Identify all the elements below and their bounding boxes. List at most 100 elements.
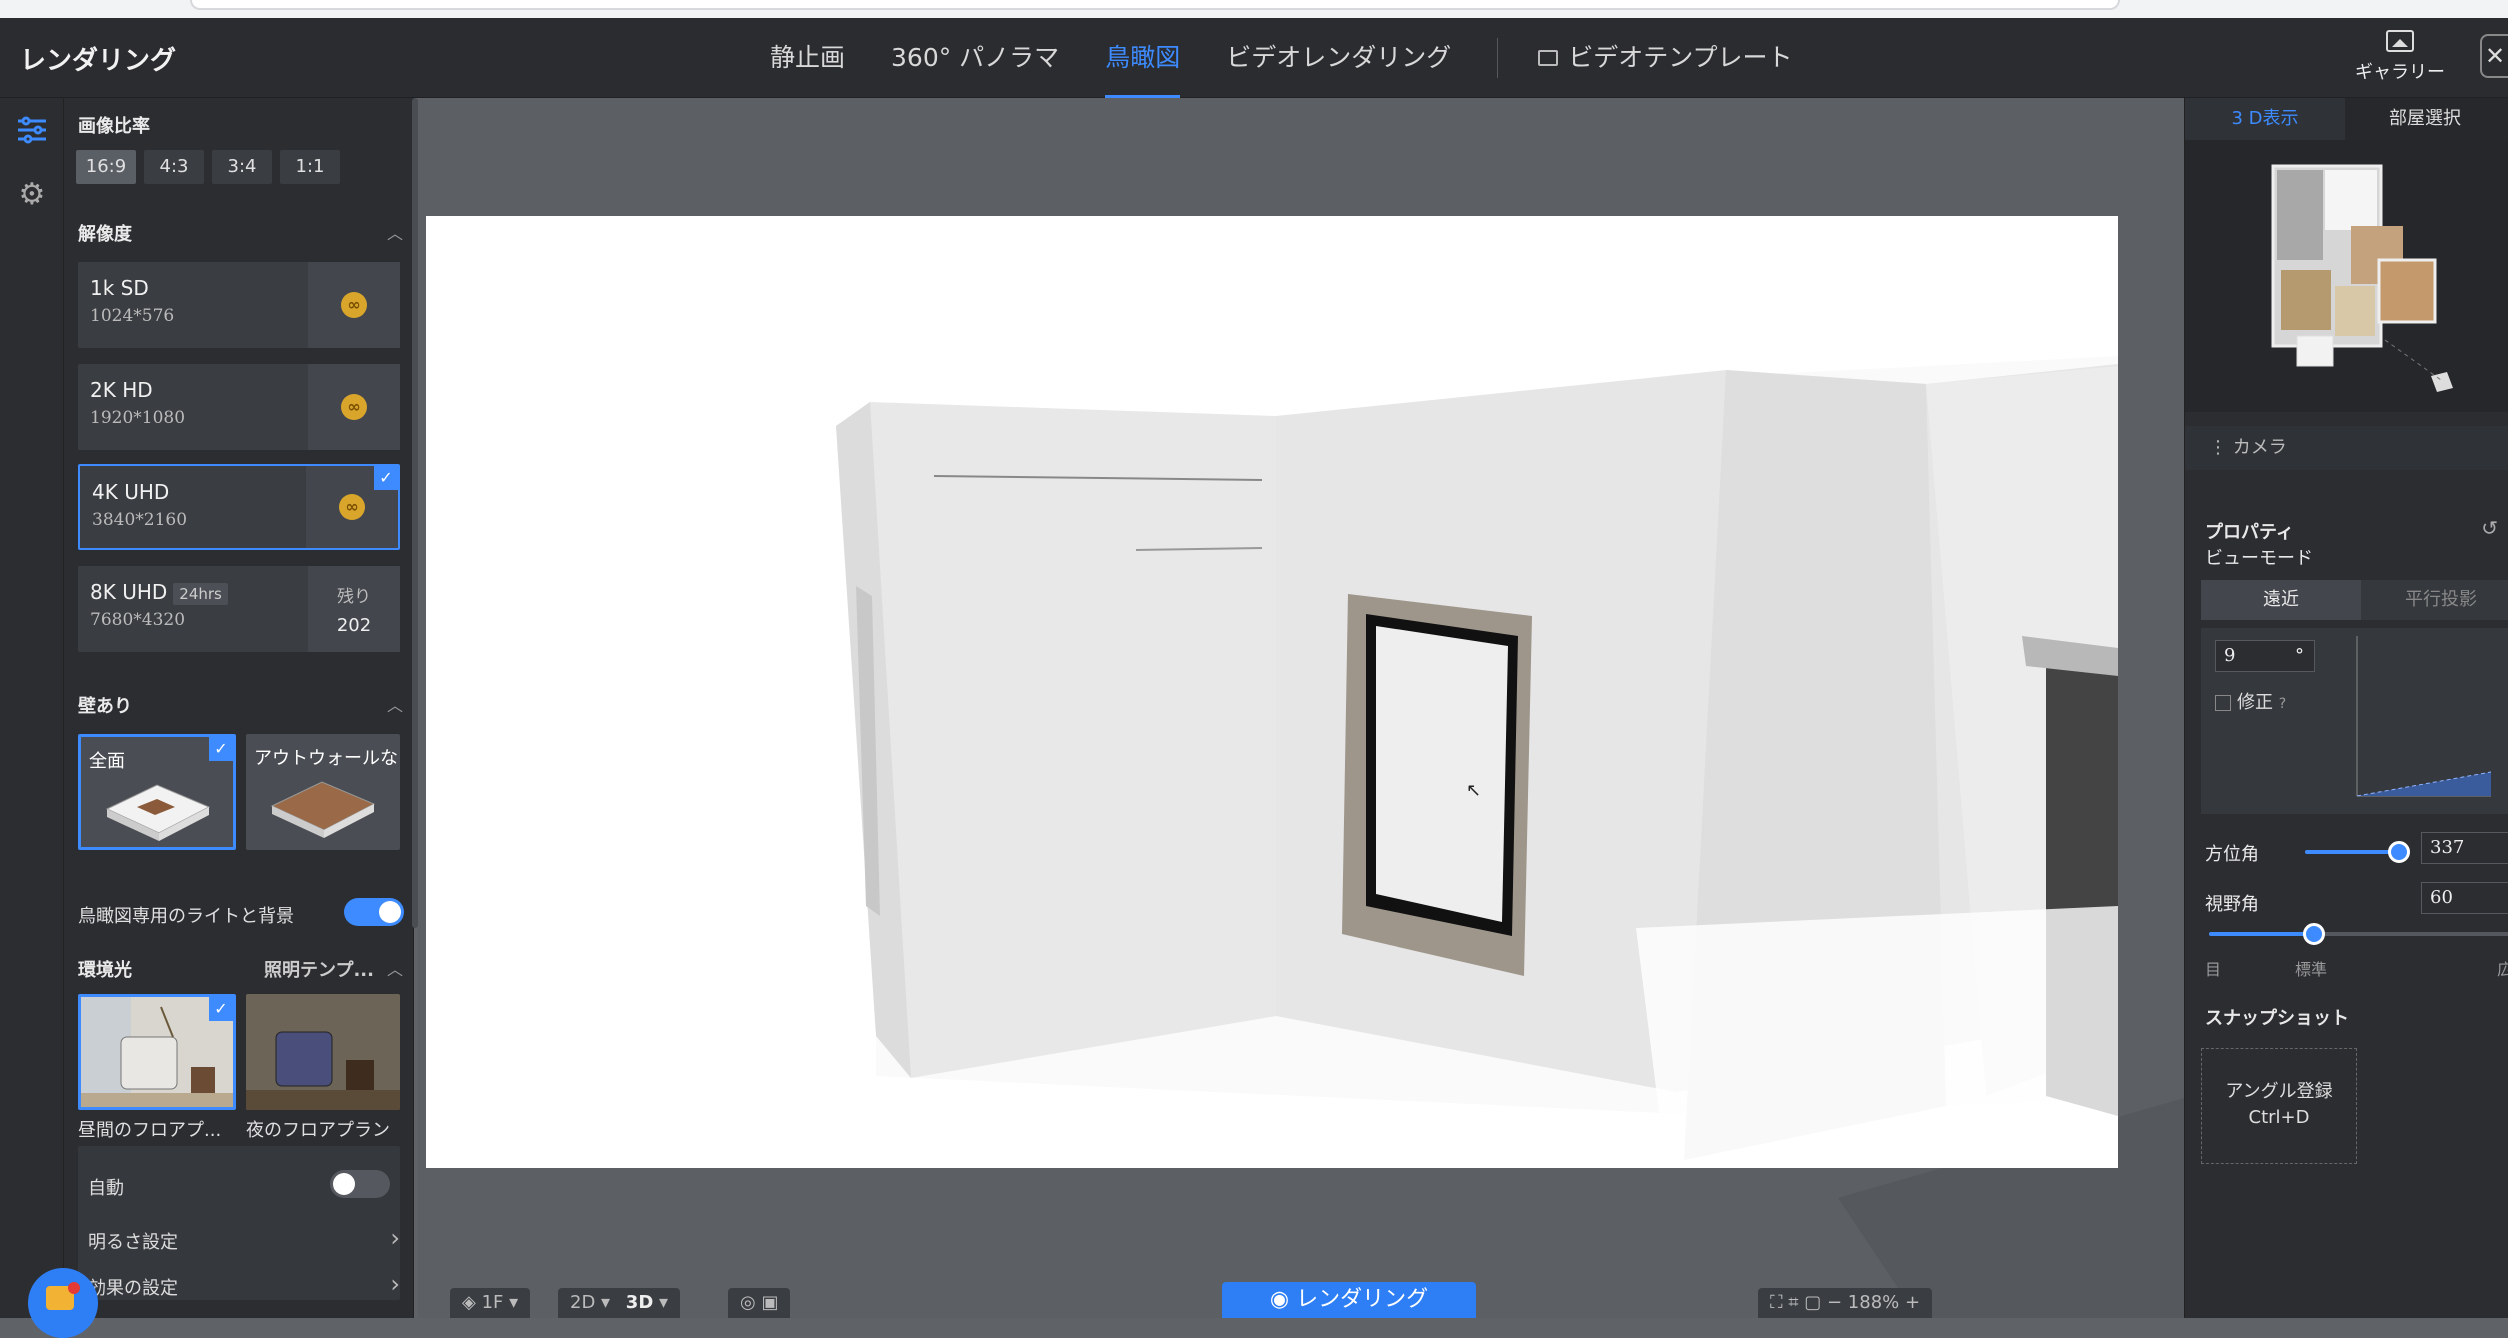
floorplan-minimap[interactable] — [2185, 140, 2508, 412]
tab-video[interactable]: ビデオレンダリング — [1226, 18, 1451, 98]
view-tabs: 3 D表示 部屋選択 — [2185, 98, 2508, 140]
azimuth-slider[interactable] — [2305, 841, 2410, 863]
gear-icon[interactable]: ⚙ — [0, 162, 64, 226]
fov-mark-standard: 標準 — [2295, 960, 2328, 979]
resolution-4k[interactable]: 4K UHD 3840*2160 ∞ ✓ — [78, 464, 400, 550]
brightness-label: 明るさ設定 — [88, 1232, 178, 1253]
aspect-4-3[interactable]: 4:3 — [144, 150, 204, 184]
fov-mark-eye: 目 — [2205, 960, 2222, 979]
resolution-8k[interactable]: 8K UHD 24hrs 7680*4320 残り 202 — [78, 566, 400, 652]
correct-row[interactable]: 修正 ? — [2215, 688, 2286, 714]
cursor-icon: ↖ — [1466, 780, 1481, 801]
gallery-button[interactable]: ギャラリー — [2355, 30, 2445, 84]
reset-icon[interactable]: ↺ — [2481, 516, 2498, 540]
image-icon — [2386, 30, 2414, 52]
camera-title: カメラ — [2232, 437, 2287, 458]
walls-title: 壁あり — [78, 696, 132, 717]
register-angle-label: アングル登録 — [2225, 1081, 2333, 1102]
tilt-input[interactable]: 9 ° — [2215, 640, 2315, 672]
render-viewport[interactable]: ↖ ◈ 1F ▾ 2D ▾ 3D ▾ ◎ ▣ ◉ レンダリング ⛶ ⌗ ▢ − … — [418, 98, 2184, 1318]
chat-button[interactable] — [28, 1268, 98, 1338]
camera-panel: 3 D表示 部屋選択 ⋮ カメラ プロパティ ↺ ビューモード 遠近 平行投影 … — [2184, 98, 2508, 1318]
birdseye-light-toggle[interactable] — [344, 898, 404, 926]
fov-input[interactable]: 60 — [2421, 882, 2508, 914]
tab-room-select[interactable]: 部屋選択 — [2345, 98, 2505, 140]
app-title: レンダリング — [20, 46, 177, 76]
zoom-tools[interactable]: ⛶ ⌗ ▢ − 188% + — [1758, 1288, 1933, 1318]
register-angle-button[interactable]: アングル登録 Ctrl+D — [2201, 1048, 2357, 1164]
address-bar[interactable] — [190, 0, 2120, 10]
zoom-unit: % — [1882, 1292, 1900, 1313]
azimuth-fill — [2305, 850, 2399, 854]
env-title: 環境光 — [78, 960, 132, 981]
perspective-settings: 9 ° 修正 ? — [2201, 628, 2508, 814]
render-label: レンダリング — [1296, 1287, 1429, 1312]
tab-birdseye[interactable]: 鳥瞰図 — [1105, 18, 1181, 98]
render-preview[interactable]: ↖ — [426, 216, 2118, 1168]
zoom-value[interactable]: 188 — [1848, 1292, 1882, 1313]
aspect-1-1[interactable]: 1:1 — [280, 150, 340, 184]
sliders-icon[interactable] — [0, 98, 64, 162]
floorplan-iso-icon — [105, 784, 211, 841]
browser-chrome — [0, 0, 2508, 18]
coin-icon: ∞ — [341, 394, 367, 420]
toggle-knob — [333, 1173, 355, 1195]
zoom-in-icon[interactable]: + — [1905, 1292, 1920, 1313]
tab-video-template[interactable]: ビデオテンプレート — [1538, 18, 1792, 98]
collapse-icon[interactable]: ︿ — [387, 692, 403, 716]
aspect-16-9[interactable]: 16:9 — [76, 150, 136, 184]
collapse-icon[interactable]: ︿ — [387, 220, 403, 244]
time-badge: 24hrs — [173, 583, 228, 605]
env-template-link[interactable]: 照明テンプ... — [264, 956, 374, 982]
walls-option-full[interactable]: 全面 ✓ — [78, 734, 236, 850]
tab-divider — [1497, 38, 1499, 78]
toggle-knob — [379, 901, 401, 923]
resolution-2k[interactable]: 2K HD 1920*1080 ∞ — [78, 364, 400, 450]
view-mode-parallel[interactable]: 平行投影 — [2361, 580, 2508, 620]
azimuth-handle[interactable] — [2388, 841, 2410, 863]
resolution-size: 1920*1080 — [90, 408, 186, 428]
correct-checkbox[interactable] — [2215, 695, 2231, 711]
walls-option-outer[interactable]: アウトウォールな — [246, 734, 400, 850]
close-button[interactable]: ✕ — [2480, 34, 2508, 78]
correct-label: 修正 — [2237, 692, 2273, 713]
check-icon: ✓ — [374, 466, 398, 490]
mode-tabs: 静止画 360° パノラマ 鳥瞰図 ビデオレンダリング ビデオテンプレート — [770, 18, 1838, 98]
floor-selector[interactable]: ◈ 1F ▾ — [450, 1288, 531, 1318]
auto-toggle[interactable] — [330, 1170, 390, 1198]
walls-option-label: 全面 — [89, 751, 125, 772]
camera-header: ⋮ カメラ — [2185, 426, 2508, 470]
env-option-day[interactable]: ✓ — [78, 994, 236, 1110]
resolution-title: 解像度 — [78, 224, 132, 245]
env-option-label: 昼間のフロアプ... — [78, 1120, 222, 1141]
env-option-night[interactable] — [246, 994, 400, 1110]
resolution-name: 8K UHD — [90, 580, 168, 604]
tab-still[interactable]: 静止画 — [770, 18, 845, 98]
fov-slider[interactable] — [2209, 923, 2508, 945]
fov-mark-wide: 広 — [2497, 956, 2508, 980]
properties-title: プロパティ — [2205, 522, 2294, 543]
remain-label: 残り — [337, 587, 371, 607]
video-template-label: ビデオテンプレート — [1568, 43, 1793, 72]
fov-handle[interactable] — [2303, 923, 2325, 945]
brightness-row[interactable]: 明るさ設定 › — [78, 1224, 400, 1254]
azimuth-input[interactable]: 337 — [2421, 832, 2508, 864]
render-button[interactable]: ◉ レンダリング — [1222, 1282, 1476, 1318]
aspect-3-4[interactable]: 3:4 — [212, 150, 272, 184]
help-icon[interactable]: ? — [2279, 696, 2286, 712]
check-icon: ✓ — [209, 997, 233, 1021]
view-mode-perspective[interactable]: 遠近 — [2201, 580, 2361, 620]
resolution-1k[interactable]: 1k SD 1024*576 ∞ — [78, 262, 400, 348]
effects-row[interactable]: 効果の設定 › — [78, 1270, 400, 1300]
tilt-unit: ° — [2295, 645, 2304, 666]
tab-panorama[interactable]: 360° パノラマ — [891, 18, 1059, 98]
check-icon: ✓ — [209, 737, 233, 761]
tab-3d-view[interactable]: 3 D表示 — [2185, 98, 2345, 140]
cube-icon: ▣ — [761, 1292, 779, 1313]
collapse-icon[interactable]: ︿ — [387, 956, 403, 980]
camera-tools[interactable]: ◎ ▣ — [728, 1288, 791, 1318]
sliders-icon-svg — [18, 116, 46, 144]
view-mode-selector[interactable]: 2D ▾ 3D ▾ — [558, 1288, 681, 1318]
birdseye-light-label: 鳥瞰図専用のライトと背景 — [78, 906, 294, 927]
zoom-out-icon[interactable]: − — [1827, 1292, 1842, 1313]
